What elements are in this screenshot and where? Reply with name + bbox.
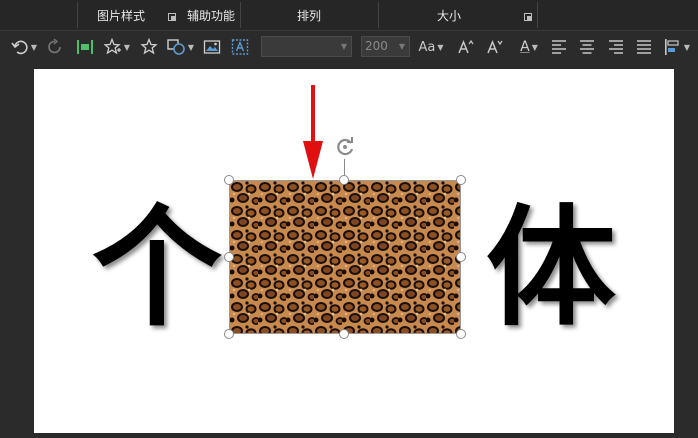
resize-handle-bottom-right[interactable] <box>456 329 466 339</box>
chevron-down-icon: ▼ <box>437 42 444 52</box>
picture-button[interactable] <box>201 35 223 59</box>
decrease-font-size-button[interactable] <box>483 35 507 59</box>
increase-font-size-button[interactable] <box>454 35 478 59</box>
red-arrow-annotation-icon <box>303 85 323 179</box>
shapes-icon <box>167 39 185 55</box>
change-case-label: Aa <box>418 39 436 55</box>
slide[interactable]: 个 体 <box>34 69 674 433</box>
group-label-arrange: 排列 <box>296 9 321 23</box>
chevron-down-icon: ▼ <box>683 42 691 52</box>
font-size-value: 200 <box>365 39 388 53</box>
group-label-size: 大小 <box>436 9 461 23</box>
justify-icon <box>637 40 651 54</box>
picture-styles-launcher-icon[interactable] <box>168 13 176 21</box>
star-add-icon <box>103 38 121 55</box>
align-text-button[interactable]: ▼ <box>660 35 694 59</box>
group-separator <box>537 2 538 28</box>
chevron-down-icon: ▼ <box>531 42 538 52</box>
group-label-picture-styles: 图片样式 <box>96 9 145 23</box>
ribbon-group-bar: 图片样式 辅助功能 排列 大小 <box>0 0 698 31</box>
align-center-vertical-button[interactable] <box>74 35 96 59</box>
shape-fill-button[interactable]: ▼ <box>163 35 197 59</box>
text-box-button[interactable] <box>229 35 251 59</box>
effects-button[interactable] <box>138 35 160 59</box>
slide-text-char[interactable]: 体 <box>486 203 616 333</box>
chevron-down-icon: ▼ <box>123 42 131 52</box>
slide-text-char[interactable]: 个 <box>92 203 222 333</box>
chevron-down-icon: ▼ <box>187 42 195 52</box>
quick-toolbar: ▼ ▼ ▼ ▼ 200 ▼ Aa ▼ A ▼ ▼ <box>0 31 698 63</box>
font-grow-icon <box>458 39 474 54</box>
size-launcher-icon[interactable] <box>524 13 532 21</box>
text-box-icon <box>231 39 249 55</box>
font-color-button[interactable]: A ▼ <box>514 35 544 59</box>
favorites-button[interactable]: ▼ <box>101 35 133 59</box>
font-name-combo[interactable]: ▼ <box>261 36 352 57</box>
align-left-icon <box>552 40 566 54</box>
align-left-button[interactable] <box>548 35 570 59</box>
undo-button[interactable]: ▼ <box>8 35 40 59</box>
align-distribute-icon <box>77 40 93 54</box>
star-icon <box>140 38 158 55</box>
chevron-down-icon: ▼ <box>340 42 347 51</box>
editing-canvas: 个 体 <box>0 63 698 438</box>
redo-button[interactable] <box>44 35 66 59</box>
undo-icon <box>11 40 28 55</box>
resize-handle-top-left[interactable] <box>224 175 234 185</box>
redo-icon <box>48 38 61 54</box>
chevron-down-icon: ▼ <box>30 42 38 52</box>
resize-handle-left[interactable] <box>224 252 234 262</box>
font-size-combo[interactable]: 200 ▼ <box>361 36 410 57</box>
justify-button[interactable] <box>633 35 655 59</box>
resize-handle-top[interactable] <box>339 175 349 185</box>
resize-handle-right[interactable] <box>456 252 466 262</box>
resize-handle-bottom-left[interactable] <box>224 329 234 339</box>
align-right-button[interactable] <box>605 35 627 59</box>
group-label-accessibility: 辅助功能 <box>186 9 235 23</box>
align-objects-icon <box>664 39 679 55</box>
resize-handle-bottom[interactable] <box>339 329 349 339</box>
align-right-icon <box>609 40 623 54</box>
align-center-button[interactable] <box>576 35 598 59</box>
change-case-button[interactable]: Aa ▼ <box>416 35 446 59</box>
rotate-handle-icon[interactable] <box>333 135 357 159</box>
leopard-pattern-picture[interactable] <box>229 180 461 334</box>
image-icon <box>203 40 221 54</box>
leopard-pattern-image <box>230 181 460 333</box>
resize-handle-top-right[interactable] <box>456 175 466 185</box>
align-center-icon <box>580 40 594 54</box>
chevron-down-icon: ▼ <box>398 42 405 51</box>
font-color-label: A <box>520 39 530 55</box>
font-shrink-icon <box>487 40 503 54</box>
